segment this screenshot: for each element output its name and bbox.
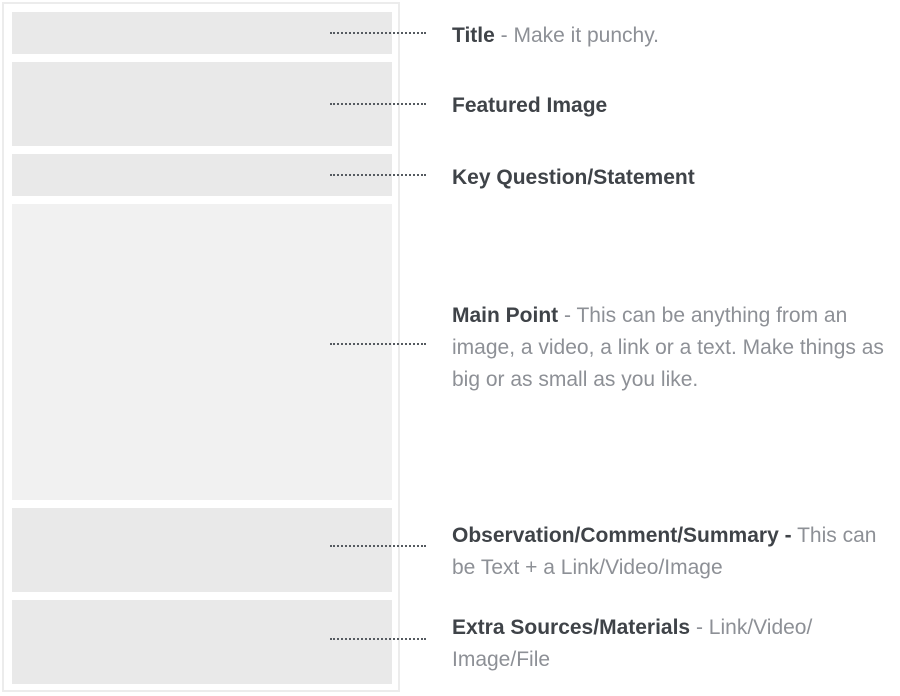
observation-label: Observation/Comment/Summary - This can b… xyxy=(452,520,900,584)
observation-heading: Observation/Comment/Summary - xyxy=(452,524,792,547)
main-point-block xyxy=(12,204,392,500)
extra-sources-label: Extra Sources/Materials - Link/Video/ Im… xyxy=(452,612,900,676)
key-question-leader-line xyxy=(330,174,426,176)
title-label: Title - Make it punchy. xyxy=(452,20,900,52)
extra-sources-block xyxy=(12,600,392,684)
key-question-label: Key Question/Statement xyxy=(452,162,900,194)
extra-sources-leader-line xyxy=(330,638,426,640)
main-point-leader-line xyxy=(330,343,426,345)
observation-leader-line xyxy=(330,545,426,547)
title-heading: Title xyxy=(452,24,495,47)
key-question-heading: Key Question/Statement xyxy=(452,166,695,189)
main-point-label: Main Point - This can be anything from a… xyxy=(452,300,900,396)
title-leader-line xyxy=(330,32,426,34)
observation-block xyxy=(12,508,392,592)
featured-image-heading: Featured Image xyxy=(452,94,608,117)
extra-sources-heading: Extra Sources/Materials xyxy=(452,616,691,639)
featured-image-label: Featured Image xyxy=(452,90,900,122)
featured-image-leader-line xyxy=(330,103,426,105)
title-description: - Make it punchy. xyxy=(500,24,659,47)
main-point-heading: Main Point xyxy=(452,304,559,327)
